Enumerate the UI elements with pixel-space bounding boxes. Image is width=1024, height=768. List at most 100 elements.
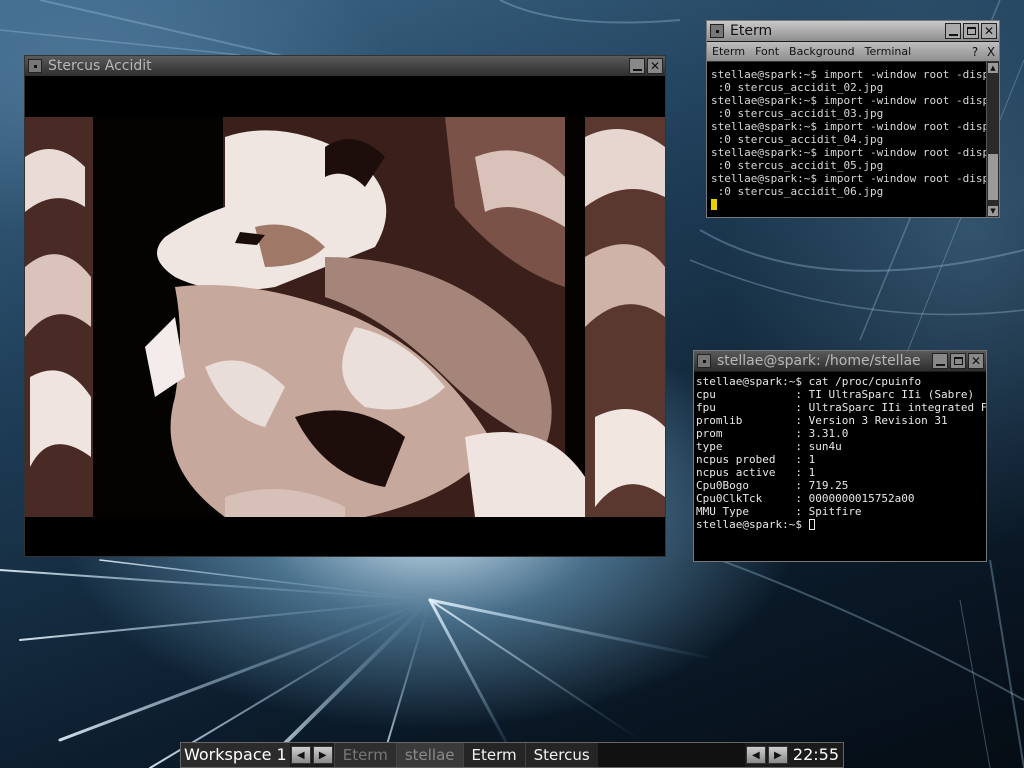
menu-background[interactable]: Background bbox=[784, 45, 860, 58]
eterm-title: Eterm bbox=[730, 23, 773, 39]
eterm-window[interactable]: Eterm ✕ Eterm Font Background Terminal ?… bbox=[706, 20, 1000, 218]
maximize-button[interactable] bbox=[963, 23, 979, 39]
window-menu-icon[interactable] bbox=[697, 354, 711, 368]
eterm-titlebar[interactable]: Eterm ✕ bbox=[707, 21, 999, 42]
cpuinfo-row: Cpu0Bogo: 719.25 bbox=[696, 479, 986, 492]
cpuinfo-value: sun4u bbox=[808, 440, 842, 453]
terminal-line: stellae@spark:~$ import -window root -di… bbox=[711, 172, 987, 185]
cpuinfo-row: Cpu0ClkTck: 0000000015752a00 bbox=[696, 492, 986, 505]
eterm-menubar: Eterm Font Background Terminal ? X bbox=[707, 42, 999, 62]
xterm-title: stellae@spark: /home/stellae bbox=[717, 353, 921, 369]
image-art bbox=[25, 117, 665, 517]
cpuinfo-row: prom: 3.31.0 bbox=[696, 427, 986, 440]
xterm-terminal-output[interactable]: stellae@spark:~$ cat /proc/cpuinfo cpu: T… bbox=[694, 372, 986, 561]
menu-terminal[interactable]: Terminal bbox=[860, 45, 917, 58]
terminal-line: stellae@spark:~$ import -window root -di… bbox=[711, 68, 987, 81]
text-cursor bbox=[711, 199, 717, 210]
cpuinfo-key: promlib bbox=[696, 414, 743, 427]
terminal-line: stellae@spark:~$ cat /proc/cpuinfo bbox=[696, 375, 922, 388]
cpuinfo-separator: : bbox=[795, 414, 809, 427]
cpuinfo-key: ncpus active bbox=[696, 466, 776, 479]
viewer-canvas bbox=[25, 76, 665, 556]
arrow-right-icon[interactable]: ▶ bbox=[767, 746, 788, 764]
terminal-cursor-line bbox=[711, 198, 987, 211]
terminal-prompt: stellae@spark:~$ bbox=[696, 518, 809, 531]
eterm-menubar-close-button[interactable]: X bbox=[983, 45, 999, 59]
window-menu-icon[interactable] bbox=[710, 24, 724, 38]
cpuinfo-value: 3.31.0 bbox=[808, 427, 849, 440]
eterm-scrollbar[interactable]: ▲ ▼ bbox=[986, 62, 999, 217]
task-button-eterm-1[interactable]: Eterm bbox=[333, 743, 396, 767]
cpuinfo-separator: : bbox=[795, 479, 809, 492]
cpuinfo-row: MMU Type: Spitfire bbox=[696, 505, 986, 518]
cpuinfo-separator: : bbox=[795, 453, 809, 466]
cpuinfo-separator: : bbox=[795, 492, 809, 505]
task-button-stercus[interactable]: Stercus bbox=[524, 743, 598, 767]
terminal-line: stellae@spark:~$ import -window root -di… bbox=[711, 120, 987, 133]
close-icon: ✕ bbox=[983, 24, 995, 38]
viewer-titlebar[interactable]: Stercus Accidit ✕ bbox=[25, 56, 665, 77]
cpuinfo-key: ncpus probed bbox=[696, 453, 776, 466]
terminal-prompt-line: stellae@spark:~$ bbox=[696, 518, 986, 531]
menu-eterm[interactable]: Eterm bbox=[707, 45, 750, 58]
cpuinfo-key: Cpu0Bogo bbox=[696, 479, 749, 492]
cpuinfo-value: 0000000015752a00 bbox=[808, 492, 915, 505]
terminal-line: :0 stercus_accidit_06.jpg bbox=[711, 185, 884, 198]
terminal-line: :0 stercus_accidit_02.jpg bbox=[711, 81, 884, 94]
scroll-up-icon[interactable]: ▲ bbox=[988, 63, 998, 73]
maximize-icon bbox=[966, 27, 976, 35]
cpuinfo-separator: : bbox=[795, 466, 809, 479]
cpuinfo-table: cpu: TI UltraSparc IIi (Sabre) fpu: Ultra… bbox=[696, 388, 986, 518]
cpuinfo-separator: : bbox=[795, 427, 809, 440]
cpuinfo-key: MMU Type bbox=[696, 505, 749, 518]
cpuinfo-key: type bbox=[696, 440, 723, 453]
minimize-button[interactable] bbox=[932, 353, 948, 369]
help-button[interactable]: ? bbox=[967, 45, 983, 59]
eterm-terminal-output[interactable]: stellae@spark:~$ import -window root -di… bbox=[707, 62, 987, 217]
cpuinfo-row: ncpus probed: 1 bbox=[696, 453, 986, 466]
cpuinfo-row: fpu: UltraSparc IIi integrated FPU bbox=[696, 401, 986, 414]
cpuinfo-value: 719.25 bbox=[808, 479, 849, 492]
arrow-left-icon[interactable]: ◀ bbox=[745, 746, 766, 764]
cpuinfo-separator: : bbox=[795, 388, 809, 401]
workspace-label[interactable]: Workspace 1 bbox=[181, 743, 290, 767]
window-menu-icon[interactable] bbox=[28, 59, 42, 73]
terminal-line: :0 stercus_accidit_03.jpg bbox=[711, 107, 884, 120]
close-icon: ✕ bbox=[649, 59, 661, 73]
cpuinfo-value: 1 bbox=[808, 453, 816, 466]
close-button[interactable]: ✕ bbox=[981, 23, 997, 39]
minimize-icon bbox=[948, 34, 958, 36]
cpuinfo-value: Version 3 Revision 31 bbox=[808, 414, 948, 427]
scrollbar-thumb[interactable] bbox=[988, 154, 998, 200]
cpuinfo-row: cpu: TI UltraSparc IIi (Sabre) bbox=[696, 388, 986, 401]
cpuinfo-key: fpu bbox=[696, 401, 716, 414]
maximize-button[interactable] bbox=[950, 353, 966, 369]
cpuinfo-separator: : bbox=[795, 505, 809, 518]
minimize-icon bbox=[632, 69, 642, 71]
xterm-titlebar[interactable]: stellae@spark: /home/stellae ✕ bbox=[694, 351, 986, 372]
task-button-stellae[interactable]: stellae bbox=[395, 743, 463, 767]
cpuinfo-value: TI UltraSparc IIi (Sabre) bbox=[808, 388, 975, 401]
clock: 22:55 bbox=[788, 743, 843, 767]
close-button[interactable]: ✕ bbox=[968, 353, 984, 369]
cpuinfo-value: Spitfire bbox=[808, 505, 862, 518]
taskbar: Workspace 1 ◀ ▶ Eterm stellae Eterm Ster… bbox=[180, 742, 844, 768]
cpuinfo-key: cpu bbox=[696, 388, 716, 401]
arrow-right-icon[interactable]: ▶ bbox=[312, 746, 333, 764]
viewer-title: Stercus Accidit bbox=[48, 58, 152, 74]
arrow-left-icon[interactable]: ◀ bbox=[290, 746, 311, 764]
minimize-button[interactable] bbox=[945, 23, 961, 39]
cpuinfo-separator: : bbox=[795, 401, 809, 414]
task-button-eterm-2[interactable]: Eterm bbox=[462, 743, 525, 767]
cpuinfo-value: UltraSparc IIi integrated FPU bbox=[808, 401, 986, 414]
displayed-image bbox=[25, 117, 665, 517]
image-viewer-window[interactable]: Stercus Accidit ✕ bbox=[24, 55, 666, 557]
cpuinfo-row: type: sun4u bbox=[696, 440, 986, 453]
xterm-window[interactable]: stellae@spark: /home/stellae ✕ stellae@s… bbox=[693, 350, 987, 562]
menu-font[interactable]: Font bbox=[750, 45, 784, 58]
scroll-down-icon[interactable]: ▼ bbox=[988, 206, 998, 216]
cpuinfo-row: promlib: Version 3 Revision 31 bbox=[696, 414, 986, 427]
close-button[interactable]: ✕ bbox=[647, 58, 663, 74]
cpuinfo-row: ncpus active: 1 bbox=[696, 466, 986, 479]
minimize-button[interactable] bbox=[629, 58, 645, 74]
